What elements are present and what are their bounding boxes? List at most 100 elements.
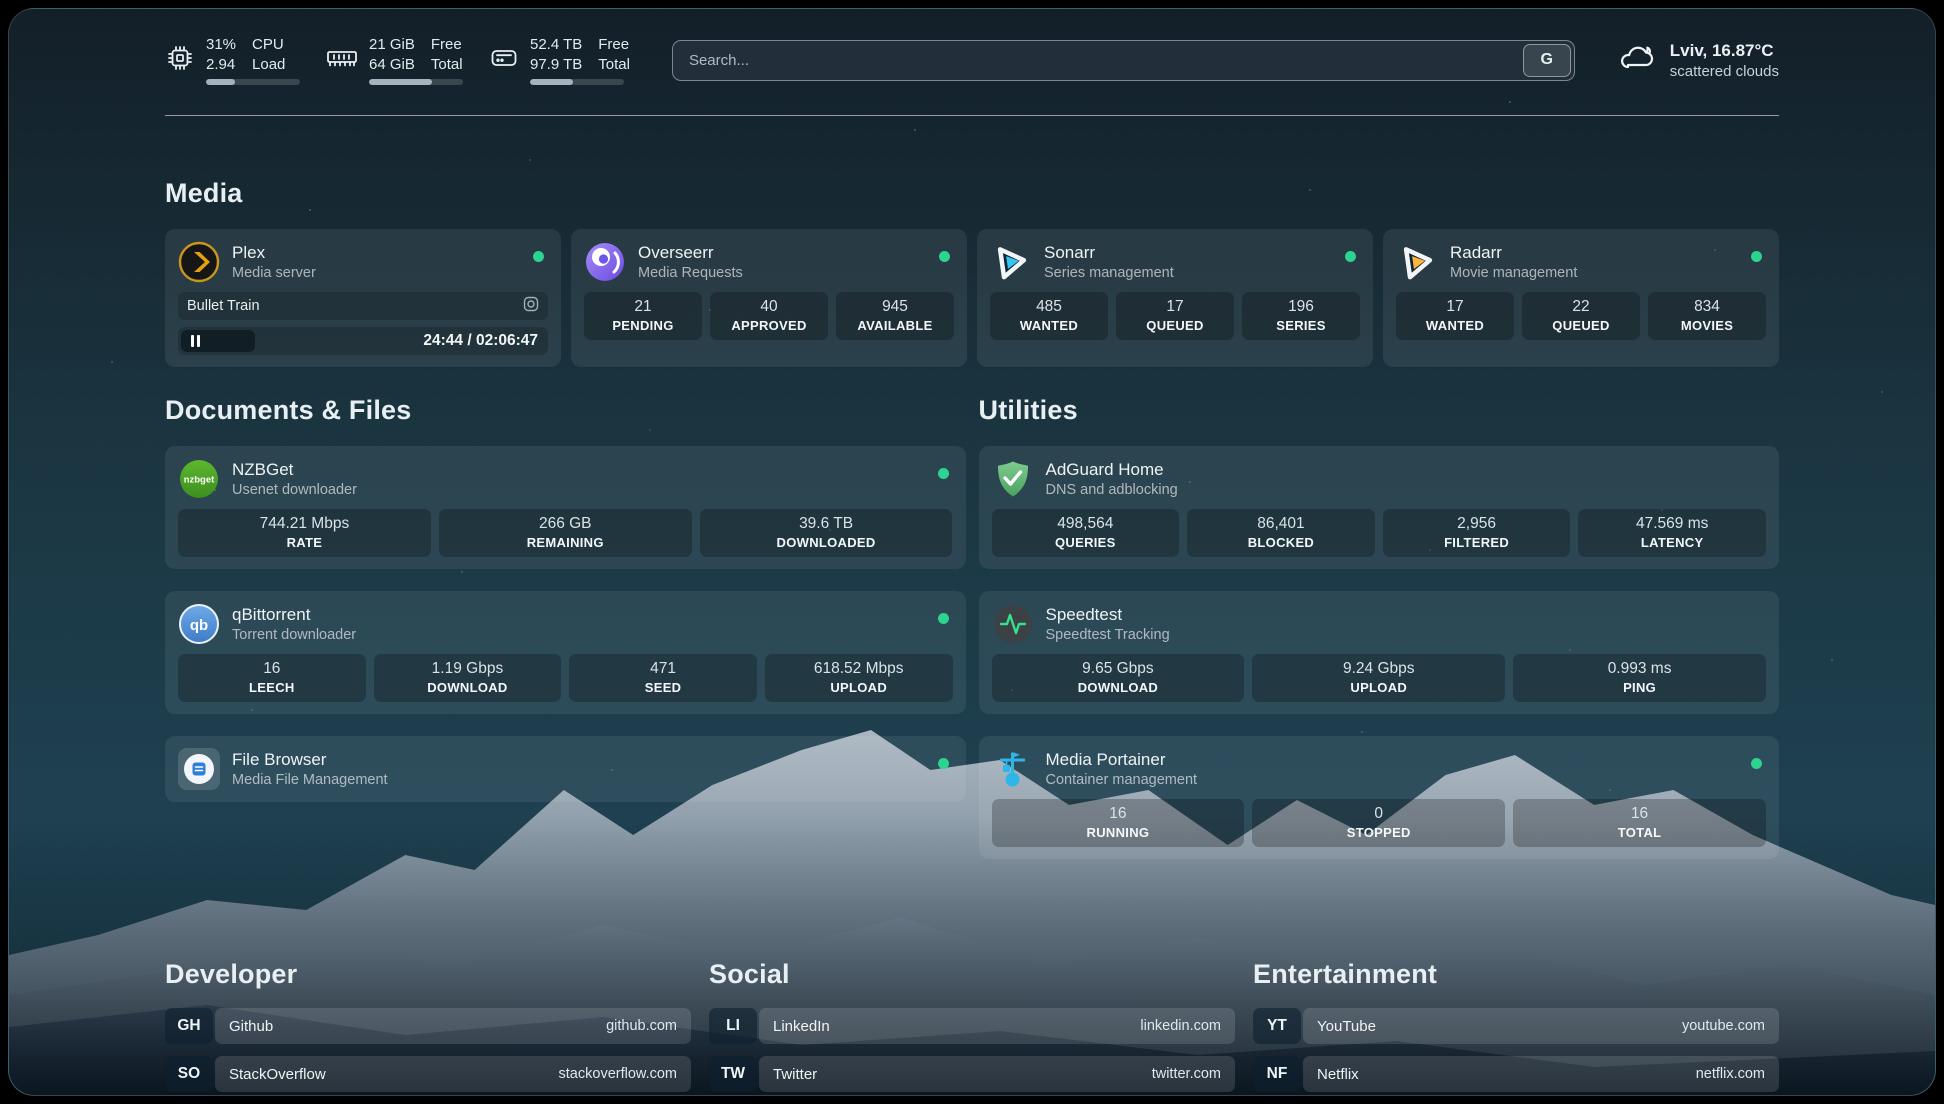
sonarr-card[interactable]: Sonarr Series management 485 WANTED 17 Q… bbox=[977, 229, 1373, 367]
media-section: Media Plex Media server bbox=[165, 178, 1779, 367]
status-dot bbox=[938, 758, 949, 769]
status-dot bbox=[939, 251, 950, 262]
bookmark-twitter[interactable]: TW Twitter twitter.com bbox=[709, 1056, 1235, 1092]
service-subtitle: Speedtest Tracking bbox=[1046, 627, 1170, 643]
stat-tile: 17 WANTED bbox=[1396, 292, 1514, 340]
stat-label: QUERIES bbox=[998, 535, 1174, 550]
speedtest-card[interactable]: Speedtest Speedtest Tracking 9.65 Gbps D… bbox=[979, 591, 1780, 714]
filebrowser-card[interactable]: File Browser Media File Management bbox=[165, 736, 966, 802]
stat-value: 485 bbox=[996, 298, 1102, 316]
status-dot bbox=[1345, 251, 1356, 262]
player-progress-fill bbox=[181, 330, 255, 352]
bookmark-youtube[interactable]: YT YouTube youtube.com bbox=[1253, 1008, 1779, 1044]
entertainment-section: Entertainment YT YouTube youtube.com NF … bbox=[1253, 959, 1779, 1096]
stat-value: 9.24 Gbps bbox=[1258, 660, 1499, 678]
bookmark-name: LinkedIn bbox=[773, 1018, 830, 1035]
speedtest-icon bbox=[992, 603, 1034, 645]
service-title: qBittorrent bbox=[232, 605, 356, 625]
service-title: Speedtest bbox=[1046, 605, 1170, 625]
developer-section: Developer GH Github github.com SO StackO… bbox=[165, 959, 691, 1096]
memory-values: 21 GiB 64 GiB bbox=[369, 35, 415, 74]
stat-label: SERIES bbox=[1248, 318, 1354, 333]
social-section-title: Social bbox=[709, 959, 1235, 990]
bookmark-name: Github bbox=[229, 1018, 273, 1035]
stat-label: AVAILABLE bbox=[842, 318, 948, 333]
stat-value: 834 bbox=[1654, 298, 1760, 316]
social-section: Social LI LinkedIn linkedin.com TW Twitt… bbox=[709, 959, 1235, 1096]
stat-value: 744.21 Mbps bbox=[184, 515, 425, 533]
stat-tile: 498,564 QUERIES bbox=[992, 509, 1180, 557]
stat-value: 16 bbox=[998, 805, 1239, 823]
stat-label: DOWNLOAD bbox=[998, 680, 1239, 695]
adguard-card[interactable]: AdGuard Home DNS and adblocking 498,564 … bbox=[979, 446, 1780, 569]
stat-tile: 47.569 ms LATENCY bbox=[1578, 509, 1766, 557]
service-title: AdGuard Home bbox=[1046, 460, 1178, 480]
stat-value: 266 GB bbox=[445, 515, 686, 533]
stat-value: 16 bbox=[184, 660, 360, 678]
stat-tile: 39.6 TB DOWNLOADED bbox=[700, 509, 953, 557]
stat-tile: 86,401 BLOCKED bbox=[1187, 509, 1375, 557]
portainer-card[interactable]: Media Portainer Container management 16 … bbox=[979, 736, 1780, 859]
bookmark-linkedin[interactable]: LI LinkedIn linkedin.com bbox=[709, 1008, 1235, 1044]
service-title: Media Portainer bbox=[1046, 750, 1198, 770]
bookmark-url: youtube.com bbox=[1682, 1018, 1765, 1034]
radarr-card[interactable]: Radarr Movie management 17 WANTED 22 QUE… bbox=[1383, 229, 1779, 367]
bookmark-abbr: LI bbox=[709, 1008, 757, 1044]
status-dot bbox=[533, 251, 544, 262]
stat-label: DOWNLOADED bbox=[706, 535, 947, 550]
overseerr-card[interactable]: Overseerr Media Requests 21 PENDING 40 A… bbox=[571, 229, 967, 367]
plex-card[interactable]: Plex Media server Bullet Train bbox=[165, 229, 561, 367]
disk-values: 52.4 TB 97.9 TB bbox=[530, 35, 582, 74]
stat-tile: 16 RUNNING bbox=[992, 799, 1245, 847]
bookmark-netflix[interactable]: NF Netflix netflix.com bbox=[1253, 1056, 1779, 1092]
qbittorrent-card[interactable]: qb qBittorrent Torrent downloader 16 bbox=[165, 591, 966, 714]
radarr-icon bbox=[1396, 241, 1438, 283]
service-subtitle: Torrent downloader bbox=[232, 627, 356, 643]
bookmark-name: StackOverflow bbox=[229, 1066, 326, 1083]
bookmark-stackoverflow[interactable]: SO StackOverflow stackoverflow.com bbox=[165, 1056, 691, 1092]
stat-value: 498,564 bbox=[998, 515, 1174, 533]
stat-tile: 618.52 Mbps UPLOAD bbox=[765, 654, 953, 702]
bookmark-github[interactable]: GH Github github.com bbox=[165, 1008, 691, 1044]
cpu-labels: CPU Load bbox=[252, 35, 285, 74]
overseerr-icon bbox=[584, 241, 626, 283]
service-title: NZBGet bbox=[232, 460, 357, 480]
service-title: Sonarr bbox=[1044, 243, 1174, 263]
service-title: File Browser bbox=[232, 750, 388, 770]
now-playing-row: Bullet Train bbox=[178, 292, 548, 320]
stat-label: RATE bbox=[184, 535, 425, 550]
disk-total: 97.9 TB bbox=[530, 55, 582, 75]
status-dot bbox=[1751, 251, 1762, 262]
stat-value: 0.993 ms bbox=[1519, 660, 1760, 678]
bookmark-url: netflix.com bbox=[1696, 1066, 1765, 1082]
cloud-icon bbox=[1617, 41, 1657, 80]
service-subtitle: Media Requests bbox=[638, 265, 743, 281]
nzbget-card[interactable]: nzbget NZBGet Usenet downloader 744. bbox=[165, 446, 966, 569]
stat-tile: 16 LEECH bbox=[178, 654, 366, 702]
cpu-load: 2.94 bbox=[206, 55, 236, 75]
stat-tile: 40 APPROVED bbox=[710, 292, 828, 340]
stat-tile: 16 TOTAL bbox=[1513, 799, 1766, 847]
stat-value: 17 bbox=[1122, 298, 1228, 316]
search-input[interactable] bbox=[672, 40, 1575, 81]
status-dot bbox=[1751, 758, 1762, 769]
documents-section: Documents & Files nzbget bbox=[165, 395, 966, 802]
pause-icon[interactable] bbox=[191, 335, 200, 347]
search-provider-button[interactable]: G bbox=[1523, 44, 1571, 77]
now-playing-icon bbox=[523, 296, 539, 316]
memory-widget: 21 GiB 64 GiB Free Total bbox=[326, 35, 463, 85]
stat-value: 196 bbox=[1248, 298, 1354, 316]
service-title: Overseerr bbox=[638, 243, 743, 263]
stat-value: 47.569 ms bbox=[1584, 515, 1760, 533]
stat-value: 618.52 Mbps bbox=[771, 660, 947, 678]
stat-tile: 0 STOPPED bbox=[1252, 799, 1505, 847]
stat-tile: 9.65 Gbps DOWNLOAD bbox=[992, 654, 1245, 702]
stat-label: REMAINING bbox=[445, 535, 686, 550]
cpu-label-top: CPU bbox=[252, 35, 285, 55]
disk-label-bottom: Total bbox=[598, 55, 630, 75]
stat-tile: 22 QUEUED bbox=[1522, 292, 1640, 340]
stat-tile: 471 SEED bbox=[569, 654, 757, 702]
stat-label: QUEUED bbox=[1528, 318, 1634, 333]
service-subtitle: Usenet downloader bbox=[232, 482, 357, 498]
stat-tile: 485 WANTED bbox=[990, 292, 1108, 340]
